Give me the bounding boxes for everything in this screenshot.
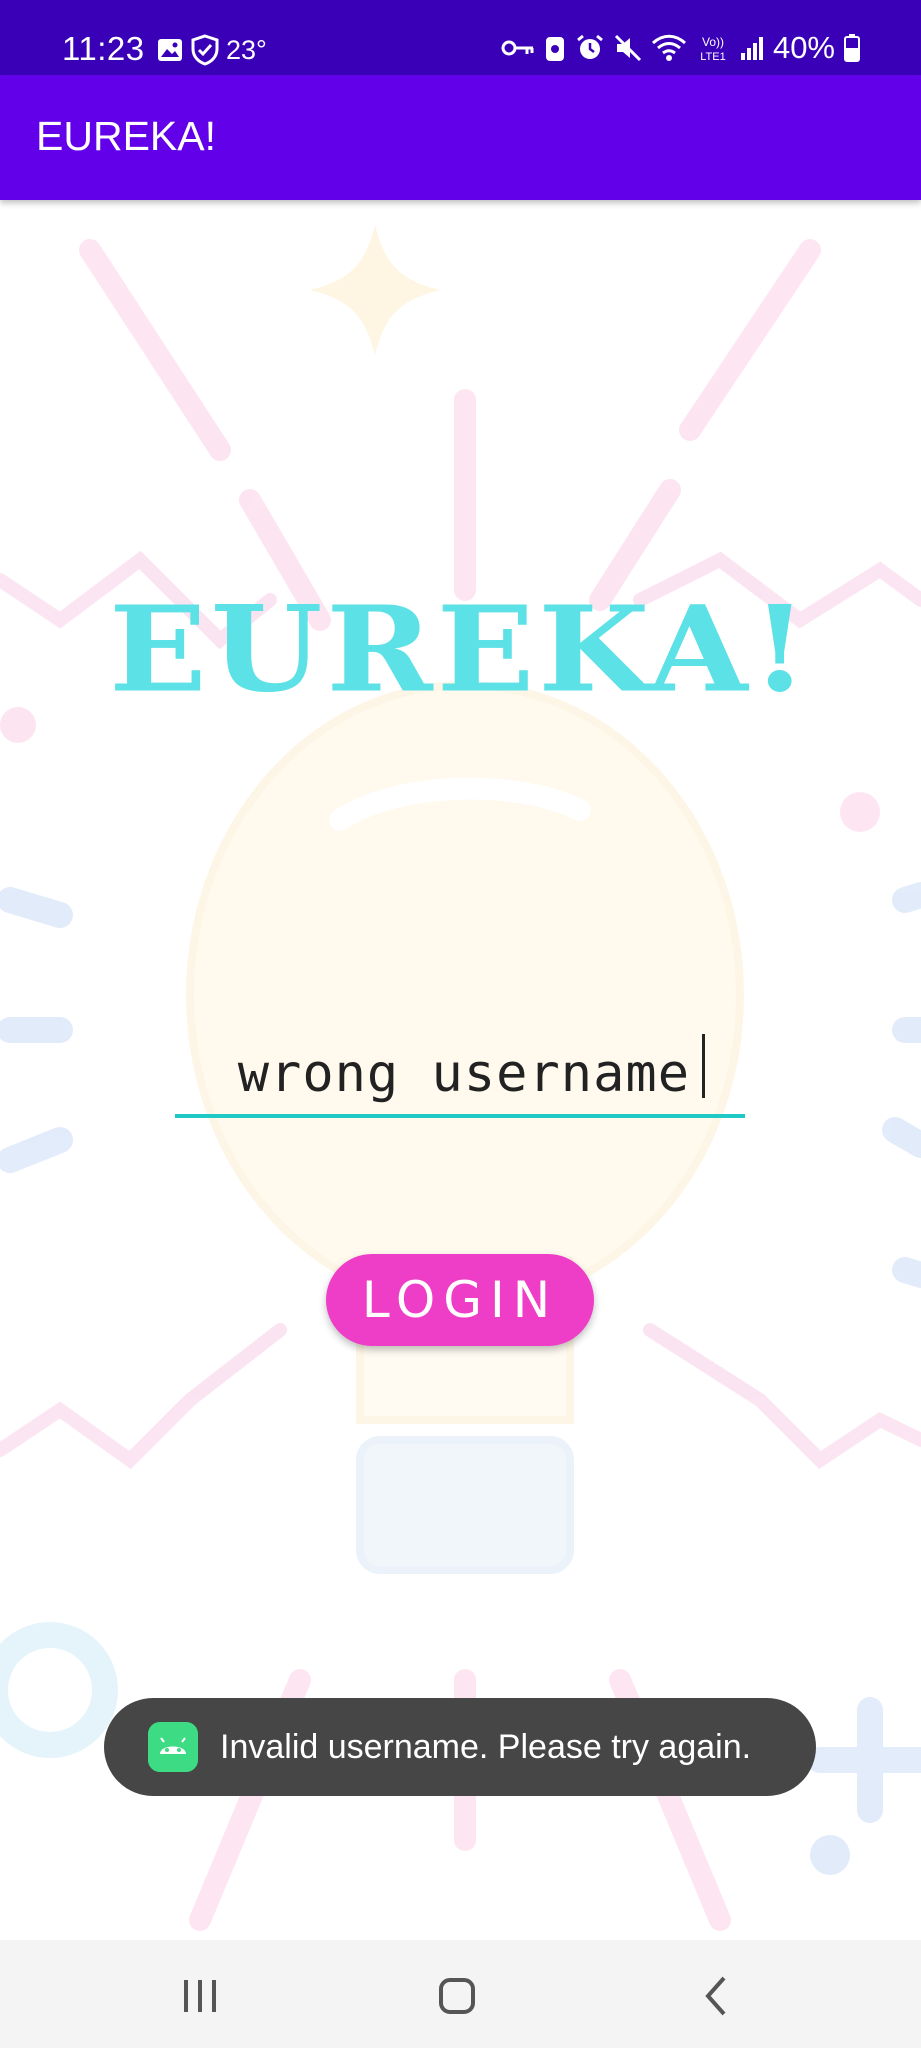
home-icon[interactable] (427, 1968, 487, 2024)
status-temperature: 23° (226, 34, 267, 65)
recents-icon[interactable] (170, 1968, 230, 2024)
status-right-icons: Vo)) LTE1 40% (501, 30, 861, 66)
gallery-icon (158, 39, 182, 61)
shield-icon (191, 34, 219, 66)
battery-icon (844, 34, 860, 62)
status-left-icons: 23° (156, 34, 267, 66)
username-field[interactable]: wrong username (175, 1020, 745, 1118)
back-icon[interactable] (686, 1968, 746, 2024)
mute-icon (614, 34, 642, 62)
eureka-logo: EUREKA! (109, 581, 812, 719)
svg-text:Vo)): Vo)) (702, 35, 724, 49)
status-time: 11:23 (62, 30, 145, 67)
username-input-value: wrong username (237, 1044, 690, 1104)
battery-percent: 40% (772, 30, 835, 65)
cleaner-icon (545, 37, 564, 61)
android-app-icon (148, 1722, 198, 1772)
app-bar: EUREKA! (0, 75, 921, 200)
svg-text:LTE1: LTE1 (700, 51, 725, 63)
signal-icon (740, 37, 763, 60)
volte-icon: Vo)) LTE1 (700, 35, 725, 63)
status-bar: 11:23 23° Vo)) LTE1 40% (0, 0, 921, 75)
toast-text: Invalid username. Please try again. (220, 1728, 752, 1766)
text-caret (702, 1034, 705, 1098)
app-title: EUREKA! (36, 113, 216, 159)
alarm-icon (577, 34, 603, 59)
key-icon (501, 40, 534, 56)
toast-message: Invalid username. Please try again. (104, 1698, 816, 1796)
wifi-icon (651, 34, 686, 61)
navigation-bar (0, 1940, 921, 2048)
login-button[interactable]: LOGIN (326, 1254, 594, 1346)
